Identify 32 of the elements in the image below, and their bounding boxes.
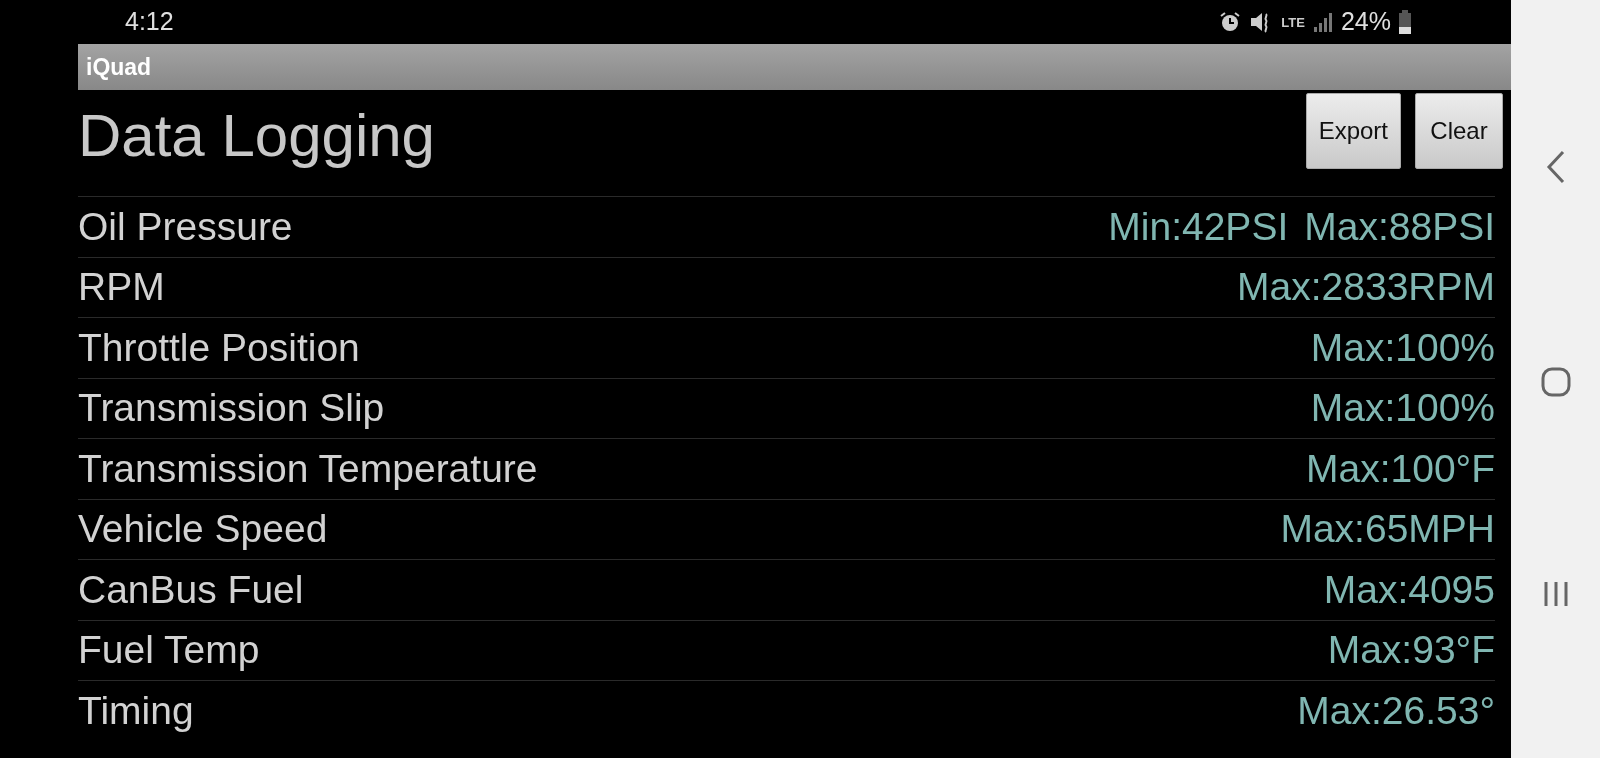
- battery-percent: 24%: [1340, 6, 1391, 38]
- back-icon[interactable]: [1545, 150, 1566, 184]
- parameter-value: Max:93°F: [1327, 627, 1495, 673]
- parameter-name: Oil Pressure: [78, 203, 293, 250]
- home-icon[interactable]: [1540, 367, 1571, 397]
- status-time: 4:12: [125, 6, 174, 38]
- parameter-value: Max:100°F: [1306, 445, 1495, 492]
- parameter-value: Min:42PSI: [1108, 203, 1289, 250]
- parameter-value: Max:26.53°: [1297, 687, 1495, 734]
- parameter-name: CanBus Fuel: [78, 566, 304, 613]
- parameter-name: Fuel Temp: [78, 627, 260, 673]
- parameter-name: Transmission Slip: [78, 385, 385, 431]
- parameter-name: Timing: [78, 687, 194, 734]
- parameter-name: Transmission Temperature: [78, 445, 538, 492]
- alarm-icon: [1219, 11, 1242, 33]
- parameter-value: Max:2833RPM: [1237, 264, 1495, 310]
- page-title: Data Logging: [78, 106, 435, 166]
- export-button[interactable]: Export: [1305, 93, 1401, 169]
- parameter-name: RPM: [78, 264, 165, 310]
- battery-icon: [1399, 10, 1411, 34]
- parameter-value: Max:88PSI: [1304, 203, 1495, 250]
- parameter-value: Max:100%: [1310, 385, 1495, 431]
- parameter-name: Throttle Position: [78, 324, 360, 371]
- parameter-value: Max:100%: [1310, 324, 1495, 371]
- parameter-name: Vehicle Speed: [78, 506, 328, 552]
- app-title: iQuad: [86, 52, 152, 82]
- parameter-value: Max:65MPH: [1280, 506, 1495, 552]
- clear-button[interactable]: Clear: [1415, 93, 1503, 169]
- network-type: LTE: [1281, 15, 1305, 29]
- signal-icon: [1312, 11, 1333, 33]
- recent-apps-icon[interactable]: [1542, 580, 1569, 608]
- parameter-value: Max:4095: [1323, 566, 1495, 613]
